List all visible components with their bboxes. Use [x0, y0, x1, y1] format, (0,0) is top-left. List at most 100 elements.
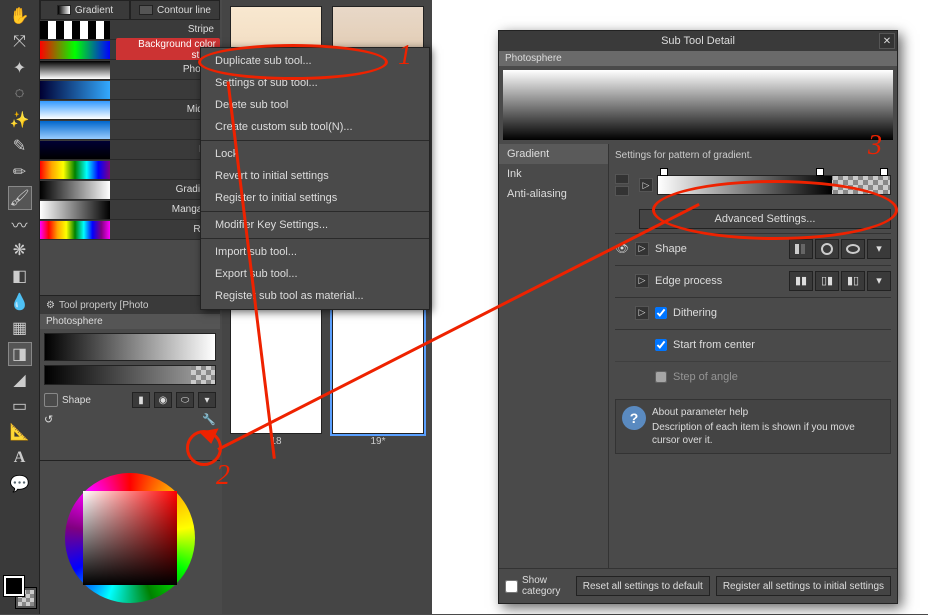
tab-contour[interactable]: Contour line — [130, 0, 220, 20]
brush-tool-icon[interactable]: 🖌 — [8, 186, 32, 210]
menu-export-subtool[interactable]: Export sub tool... — [201, 263, 429, 285]
gradient-tool-icon[interactable]: ◨ — [8, 342, 32, 366]
step-angle-checkbox[interactable] — [655, 371, 667, 383]
color-wheel[interactable] — [65, 473, 195, 603]
figure-tool-icon[interactable]: ◢ — [8, 368, 32, 392]
subtool-item[interactable]: Background color stripe — [40, 40, 220, 60]
subtool-item[interactable]: Photos — [40, 60, 220, 80]
dialog-titlebar[interactable]: Sub Tool Detail ✕ — [499, 31, 897, 51]
menu-import-subtool[interactable]: Import sub tool... — [201, 241, 429, 263]
register-initial-button[interactable]: Register all settings to initial setting… — [716, 576, 891, 596]
gradient-handle[interactable] — [816, 168, 824, 176]
start-center-checkbox[interactable] — [655, 339, 667, 351]
category-gradient[interactable]: Gradient — [499, 144, 608, 164]
frame-tool-icon[interactable]: ▭ — [8, 394, 32, 418]
edge-option-icon[interactable]: ▮▮ — [789, 271, 813, 291]
dialog-description: Settings for pattern of gradient. — [615, 150, 891, 161]
advanced-settings-button[interactable]: Advanced Settings... — [639, 209, 891, 229]
fg-color-swatch[interactable] — [4, 576, 24, 596]
subtool-context-menu: Duplicate sub tool... Settings of sub to… — [200, 47, 430, 310]
tool-property-subtitle: Photosphere — [40, 314, 220, 329]
show-category-label: Show category — [522, 575, 570, 597]
shape-linear-icon[interactable]: ▮ — [132, 392, 150, 408]
reset-icon[interactable]: ↺ — [44, 413, 53, 426]
menu-register-initial[interactable]: Register to initial settings — [201, 187, 429, 209]
operation-tool-icon[interactable]: ✦ — [8, 56, 32, 80]
menu-duplicate-subtool[interactable]: Duplicate sub tool... — [201, 50, 429, 72]
fill-tool-icon[interactable]: ▦ — [8, 316, 32, 340]
marquee-tool-icon[interactable]: ◌ — [8, 82, 32, 106]
help-icon: ? — [622, 406, 646, 430]
subtool-item[interactable]: Gradient — [40, 180, 220, 200]
expand-icon[interactable]: ▷ — [635, 274, 649, 288]
swatch-icon — [40, 181, 110, 199]
expand-icon[interactable]: ▷ — [635, 242, 649, 256]
shape-linear-icon[interactable] — [789, 239, 813, 259]
menu-register-material[interactable]: Register sub tool as material... — [201, 285, 429, 307]
move-tool-icon[interactable]: ⤧ — [8, 30, 32, 54]
help-body: Description of each item is shown if you… — [652, 421, 884, 447]
gradient-handle[interactable] — [660, 168, 668, 176]
expand-icon[interactable]: ▷ — [639, 178, 653, 192]
subtool-item[interactable]: Manga gr — [40, 200, 220, 220]
expand-icon[interactable]: ▷ — [635, 306, 649, 320]
fg-bg-swatches[interactable] — [4, 576, 36, 608]
page-thumb[interactable]: 18 — [228, 304, 324, 447]
gradient-bar[interactable] — [44, 365, 216, 385]
close-icon[interactable]: ✕ — [879, 33, 895, 49]
ruler-tool-icon[interactable]: 📐 — [8, 420, 32, 444]
dialog-gradient-preview[interactable] — [503, 70, 893, 140]
balloon-tool-icon[interactable]: 💬 — [8, 472, 32, 496]
swatch-icon — [40, 21, 110, 39]
subtool-item[interactable]: Nig — [40, 140, 220, 160]
edge-dropdown-icon[interactable]: ▾ — [867, 271, 891, 291]
gradient-preview[interactable] — [44, 333, 216, 361]
shape-ellipse-icon[interactable] — [841, 239, 865, 259]
subtool-list: Stripe Background color stripe Photos Bl… — [40, 20, 220, 240]
contour-icon — [139, 5, 153, 15]
shape-dropdown-icon[interactable]: ▾ — [198, 392, 216, 408]
menu-delete-subtool[interactable]: Delete sub tool — [201, 94, 429, 116]
edge-option-icon[interactable]: ▮▯ — [841, 271, 865, 291]
shape-circle-icon[interactable] — [815, 239, 839, 259]
edge-option-icon[interactable]: ▯▮ — [815, 271, 839, 291]
eraser-tool-icon[interactable]: ◧ — [8, 264, 32, 288]
wrench-icon[interactable]: 🔧 — [202, 413, 216, 426]
pen-tool-icon[interactable]: ✎ — [8, 134, 32, 158]
pencil-tool-icon[interactable]: ✏ — [8, 160, 32, 184]
subtool-item[interactable]: Rain — [40, 220, 220, 240]
disclosure-icon[interactable] — [44, 393, 58, 407]
shape-dropdown-icon[interactable]: ▾ — [867, 239, 891, 259]
gradient-swatch-icon — [57, 5, 71, 15]
subtool-item[interactable]: Bl — [40, 80, 220, 100]
airbrush-tool-icon[interactable]: 〰 — [8, 212, 32, 236]
eye-icon[interactable]: 👁 — [615, 242, 629, 255]
menu-lock[interactable]: Lock — [201, 143, 429, 165]
dialog-category-list: Gradient Ink Anti-aliasing — [499, 144, 609, 568]
menu-settings-subtool[interactable]: Settings of sub tool... — [201, 72, 429, 94]
menu-create-custom-subtool[interactable]: Create custom sub tool(N)... — [201, 116, 429, 138]
wand-tool-icon[interactable]: ✨ — [8, 108, 32, 132]
menu-modifier-key[interactable]: Modifier Key Settings... — [201, 214, 429, 236]
gradient-editor-bar[interactable] — [657, 175, 891, 195]
shape-circle-icon[interactable]: ◉ — [154, 392, 172, 408]
subtool-item[interactable]: Ra — [40, 160, 220, 180]
show-category-checkbox[interactable] — [505, 580, 518, 593]
dithering-checkbox[interactable] — [655, 307, 667, 319]
text-tool-icon[interactable]: A — [8, 446, 32, 470]
category-antialiasing[interactable]: Anti-aliasing — [499, 184, 608, 204]
blend-tool-icon[interactable]: 💧 — [8, 290, 32, 314]
subtool-item[interactable]: S — [40, 120, 220, 140]
subtool-item[interactable]: Midda — [40, 100, 220, 120]
category-ink[interactable]: Ink — [499, 164, 608, 184]
reset-defaults-button[interactable]: Reset all settings to default — [576, 576, 710, 596]
menu-revert-initial[interactable]: Revert to initial settings — [201, 165, 429, 187]
start-center-label: Start from center — [673, 339, 891, 351]
swatch-icon — [40, 161, 110, 179]
tab-gradient[interactable]: Gradient — [40, 0, 130, 20]
gradient-handle[interactable] — [880, 168, 888, 176]
page-thumb[interactable]: 19* — [330, 304, 426, 447]
hand-tool-icon[interactable]: ✋ — [8, 4, 32, 28]
shape-ellipse-icon[interactable]: ⬭ — [176, 392, 194, 408]
decoration-tool-icon[interactable]: ❋ — [8, 238, 32, 262]
